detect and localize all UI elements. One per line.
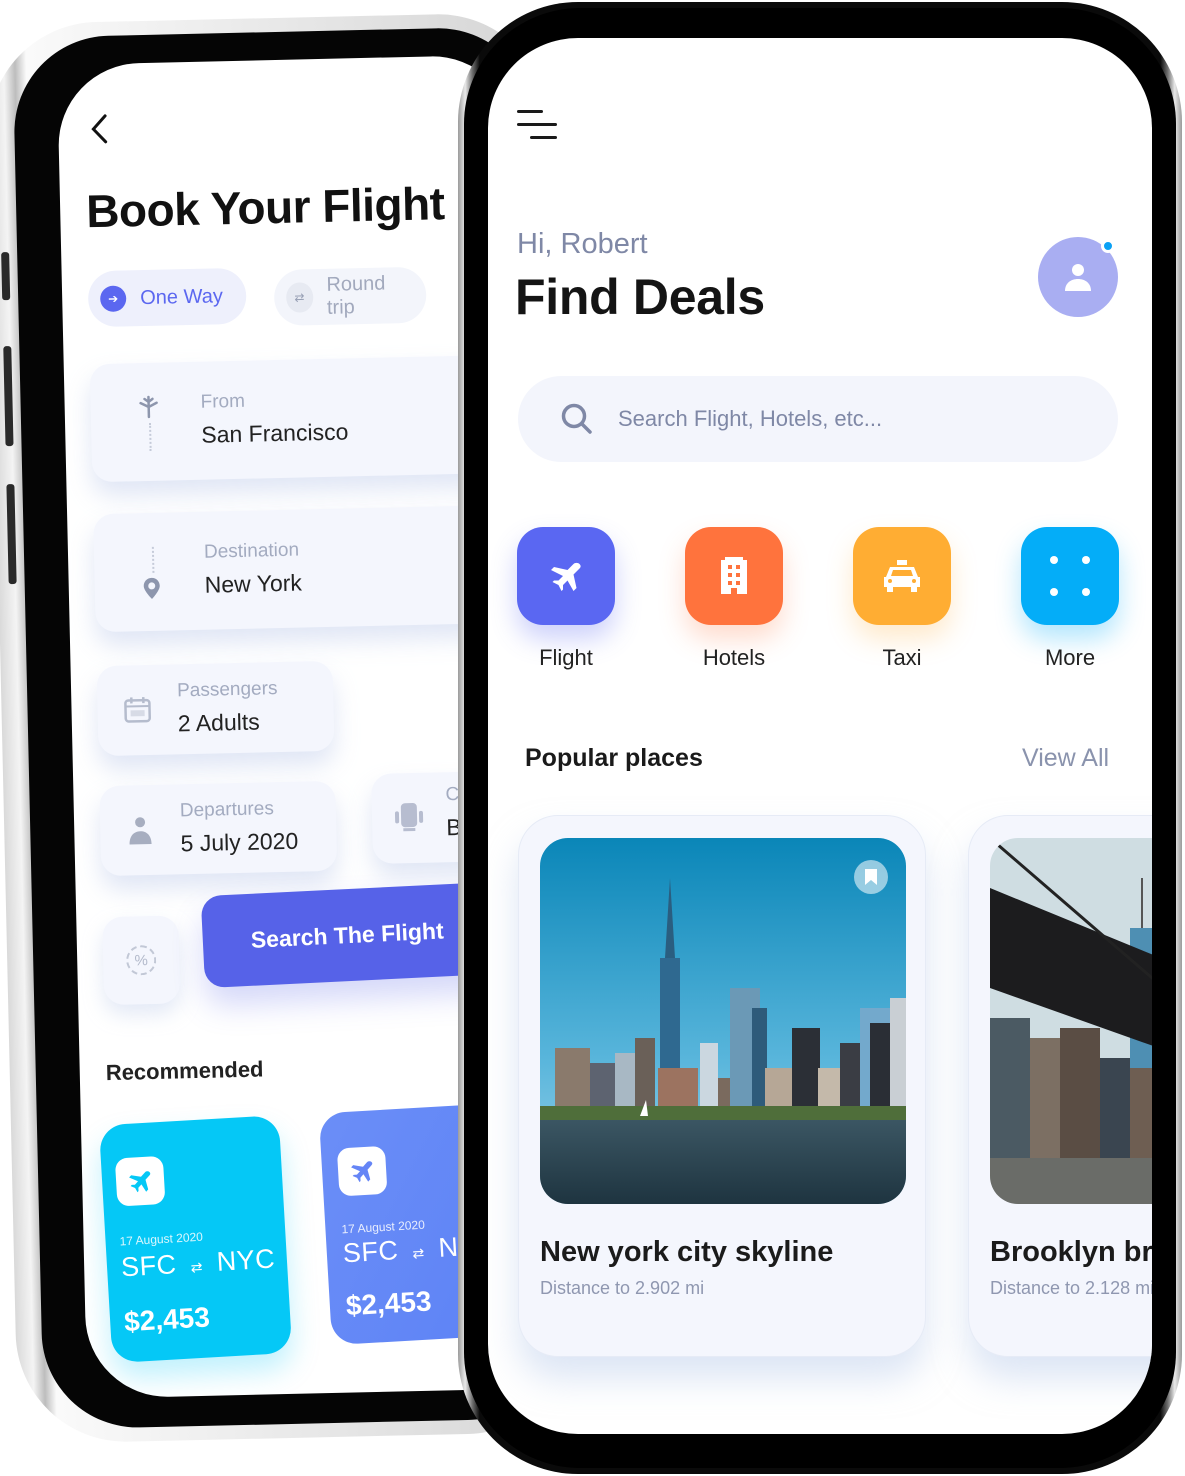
phone-volume-down — [6, 484, 17, 585]
swap-icon: ⇄ — [412, 1244, 426, 1262]
popular-places-heading: Popular places — [525, 744, 703, 772]
map-pin-icon — [143, 577, 162, 606]
menu-button[interactable] — [517, 110, 557, 144]
search-input[interactable] — [618, 406, 1078, 432]
seat-icon — [394, 801, 425, 839]
discount-badge-icon: % — [125, 944, 157, 976]
chevron-left-icon — [91, 114, 108, 144]
person-icon — [128, 815, 153, 851]
plane-takeoff-icon — [136, 395, 161, 425]
recommended-flight-card[interactable]: 17 August 2020 SFC ⇄ NYC $2,453 — [98, 1115, 293, 1364]
place-distance: Distance to 2.902 mi — [540, 1278, 705, 1298]
from-value: San Francisco — [201, 418, 349, 448]
hotel-building-icon — [721, 557, 747, 594]
category-label: Taxi — [882, 645, 922, 670]
search-bar[interactable] — [518, 376, 1118, 462]
notification-dot — [1101, 239, 1115, 253]
nyc-skyline-photo — [540, 838, 906, 1204]
plane-icon — [114, 1155, 166, 1207]
page-title: Find Deals — [515, 269, 765, 325]
user-avatar[interactable] — [1038, 237, 1118, 317]
swap-arrows-icon: ⇄ — [285, 282, 314, 313]
passengers-value: 2 Adults — [177, 708, 260, 737]
departures-value: 5 July 2020 — [180, 827, 299, 857]
place-name: Brooklyn bridge — [990, 1236, 1152, 1268]
brooklyn-bridge-photo — [990, 838, 1152, 1204]
destination-value: New York — [204, 569, 303, 598]
place-distance: Distance to 2.128 mi — [990, 1278, 1152, 1298]
round-trip-toggle[interactable]: ⇄ Round trip — [273, 266, 427, 327]
category-label: More — [1044, 645, 1096, 670]
category-flight[interactable]: Flight — [516, 527, 616, 671]
category-tile — [685, 527, 783, 625]
flight-price: $2,453 — [123, 1301, 211, 1338]
one-way-toggle[interactable]: ➔ One Way — [87, 267, 247, 328]
flight-date: 17 August 2020 — [119, 1229, 204, 1249]
category-label: Hotels — [702, 645, 766, 670]
place-card[interactable]: New york city skyline Distance to 2.902 … — [518, 815, 926, 1357]
bookmark-button[interactable] — [854, 860, 888, 894]
bookmark-icon — [865, 869, 877, 885]
phone-bezel: Hi, Robert Find Deals Flight — [464, 8, 1176, 1468]
from-label: From — [200, 390, 246, 413]
departures-label: Departures — [179, 798, 275, 822]
flight-route: SFC ⇄ NYC — [120, 1244, 276, 1284]
grid-dots-icon — [1050, 556, 1090, 596]
departures-field[interactable]: Departures 5 July 2020 — [99, 780, 338, 877]
category-tile — [1021, 527, 1119, 625]
promo-code-button[interactable]: % — [102, 915, 181, 1006]
arrow-right-icon: ➔ — [99, 285, 127, 313]
swap-icon: ⇄ — [190, 1258, 204, 1276]
taxi-icon — [884, 560, 920, 592]
search-icon — [561, 403, 592, 434]
plane-icon — [551, 562, 581, 591]
home-screen: Hi, Robert Find Deals Flight — [488, 38, 1152, 1434]
greeting-text: Hi, Robert — [517, 228, 648, 260]
origin-code: SFC — [342, 1235, 400, 1269]
round-trip-label: Round trip — [326, 272, 386, 319]
flight-price: $2,453 — [345, 1285, 433, 1322]
destination-label: Destination — [203, 539, 300, 563]
recommended-heading: Recommended — [105, 1056, 264, 1086]
booking-title: Book Your Flight — [85, 177, 446, 238]
phone-volume-up — [3, 346, 14, 447]
category-label: Flight — [539, 645, 593, 670]
back-button[interactable] — [88, 112, 111, 152]
category-hotels[interactable]: Hotels — [684, 527, 784, 671]
phone-mute-switch — [1, 252, 11, 301]
plane-icon — [336, 1145, 388, 1197]
category-tile — [517, 527, 615, 625]
place-card[interactable]: Brooklyn bridge Distance to 2.128 mi — [968, 815, 1152, 1357]
view-all-link[interactable]: View All — [1022, 744, 1109, 773]
destination-code: NYC — [215, 1243, 276, 1277]
place-name: New york city skyline — [540, 1236, 834, 1268]
hamburger-icon — [517, 110, 543, 113]
passengers-label: Passengers — [176, 678, 278, 702]
category-taxi[interactable]: Taxi — [852, 527, 952, 671]
category-more[interactable]: More — [1020, 527, 1120, 671]
calendar-icon — [123, 695, 152, 729]
category-tile — [853, 527, 951, 625]
one-way-label: One Way — [139, 284, 224, 309]
origin-code: SFC — [120, 1249, 178, 1283]
user-icon — [1065, 264, 1091, 291]
home-phone-mockup: Hi, Robert Find Deals Flight — [458, 2, 1182, 1474]
route-dotted-line — [151, 546, 155, 573]
route-dotted-line — [149, 422, 152, 451]
passengers-field[interactable]: Passengers 2 Adults — [96, 660, 335, 757]
